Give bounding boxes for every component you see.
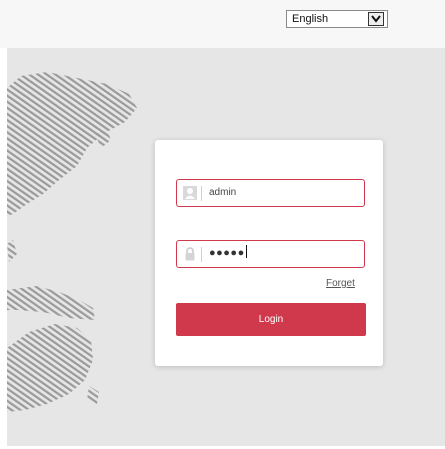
text-cursor [245,245,247,258]
chevron-down-icon [371,15,381,23]
lock-icon [183,247,197,261]
password-separator [201,247,202,262]
password-field[interactable]: ●●●●● [176,240,365,268]
login-button[interactable]: Login [176,303,366,336]
language-selected-label: English [292,13,329,25]
username-value: admin [209,187,237,198]
password-value: ●●●●● [209,247,245,259]
top-bar: English [0,0,445,48]
user-icon [183,186,197,200]
password-value-wrap: ●●●●● [209,245,247,259]
username-separator [201,186,202,201]
language-select[interactable]: English [286,10,388,28]
language-dropdown-button[interactable] [368,12,384,26]
forget-password-link[interactable]: Forget [326,278,355,289]
username-field[interactable]: admin [176,179,365,207]
